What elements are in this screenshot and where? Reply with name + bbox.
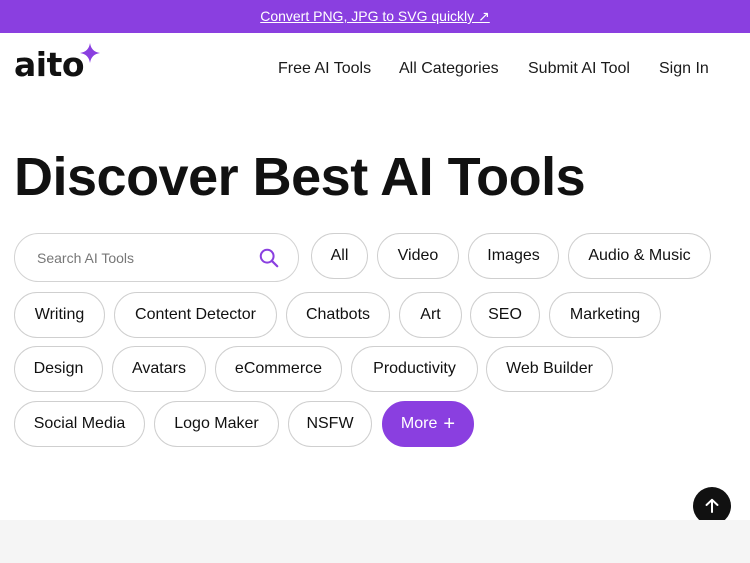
nav-submit-ai-tool[interactable]: Submit AI Tool	[528, 60, 630, 78]
footer-band	[0, 520, 750, 563]
nav-free-ai-tools[interactable]: Free AI Tools	[278, 60, 371, 78]
category-design[interactable]: Design	[14, 346, 103, 392]
category-seo[interactable]: SEO	[470, 292, 540, 338]
category-ecommerce[interactable]: eCommerce	[215, 346, 342, 392]
category-art[interactable]: Art	[399, 292, 462, 338]
category-content-detector[interactable]: Content Detector	[114, 292, 277, 338]
category-social-media[interactable]: Social Media	[14, 401, 145, 447]
more-button-label: More	[400, 415, 438, 432]
category-marketing[interactable]: Marketing	[549, 292, 661, 338]
more-button[interactable]: More +	[382, 401, 474, 447]
search-input[interactable]	[37, 249, 258, 266]
category-writing[interactable]: Writing	[14, 292, 105, 338]
nav-sign-in[interactable]: Sign In	[659, 60, 709, 78]
arrow-up-icon	[705, 498, 719, 513]
category-images[interactable]: Images	[468, 233, 559, 279]
category-audio-music[interactable]: Audio & Music	[568, 233, 711, 279]
category-web-builder[interactable]: Web Builder	[486, 346, 613, 392]
logo[interactable]: aito	[14, 45, 85, 84]
promo-link[interactable]: Convert PNG, JPG to SVG quickly ↗	[260, 8, 490, 25]
category-avatars[interactable]: Avatars	[112, 346, 206, 392]
category-chatbots[interactable]: Chatbots	[286, 292, 390, 338]
page-title: Discover Best AI Tools	[14, 147, 586, 207]
plus-icon: +	[443, 413, 456, 435]
site-header: aito Free AI Tools All Categories Submit…	[0, 33, 750, 105]
category-video[interactable]: Video	[377, 233, 459, 279]
search-box[interactable]	[14, 233, 299, 282]
sparkle-icon	[80, 43, 100, 63]
category-all[interactable]: All	[311, 233, 368, 279]
nav-all-categories[interactable]: All Categories	[399, 60, 499, 78]
category-productivity[interactable]: Productivity	[351, 346, 478, 392]
search-icon[interactable]	[258, 247, 280, 269]
category-logo-maker[interactable]: Logo Maker	[154, 401, 279, 447]
promo-banner: Convert PNG, JPG to SVG quickly ↗	[0, 0, 750, 33]
category-nsfw[interactable]: NSFW	[288, 401, 372, 447]
